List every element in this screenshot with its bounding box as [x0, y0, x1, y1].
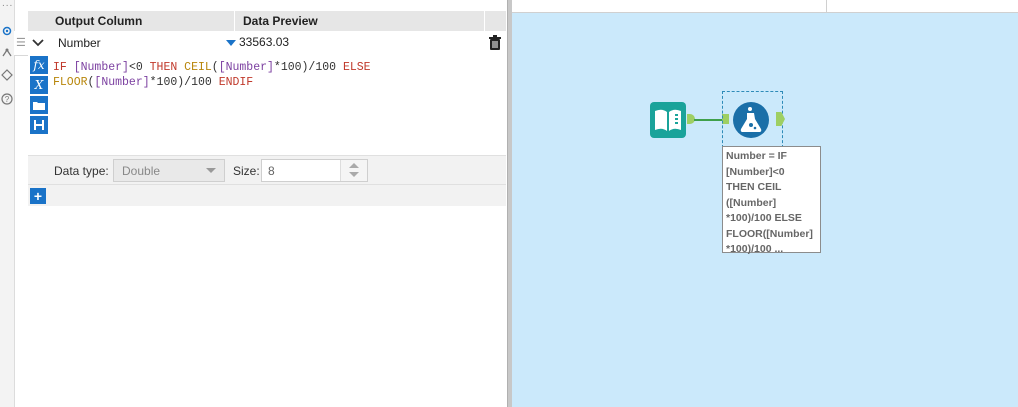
expression-token: [Number]: [73, 61, 129, 74]
size-label: Size:: [233, 164, 260, 178]
strip-more-dots[interactable]: ...: [2, 0, 13, 9]
data-type-label: Data type:: [54, 164, 109, 178]
formula-tool[interactable]: [732, 101, 770, 139]
expression-token: FLOOR: [53, 76, 88, 89]
expression-token: [Number]: [94, 76, 150, 89]
open-folder-icon[interactable]: [30, 96, 48, 114]
expression-token: IF: [53, 61, 74, 74]
data-preview-value: 33563.03: [239, 35, 290, 49]
dropdown-arrow-icon[interactable]: [226, 40, 236, 46]
expression-token: *: [273, 61, 281, 74]
header-separator: [484, 11, 485, 31]
data-type-value: Double: [122, 164, 161, 178]
spin-down-icon[interactable]: [349, 172, 359, 177]
output-column-header: Output Column: [55, 14, 143, 28]
expression-token: THEN: [149, 61, 185, 74]
expression-token: <0: [128, 61, 150, 74]
header-separator: [234, 11, 235, 31]
data-type-select[interactable]: Double: [113, 159, 225, 182]
output-anchor[interactable]: [776, 112, 785, 126]
expression-token: 100: [280, 61, 302, 74]
svg-text:?: ?: [4, 95, 9, 104]
trash-icon[interactable]: [488, 35, 502, 51]
size-value: 8: [268, 164, 275, 178]
field-settings-row: Data type: Double Size: 8: [28, 155, 506, 185]
output-column-select[interactable]: Number: [50, 33, 242, 53]
variable-icon[interactable]: X: [30, 76, 48, 94]
expression-line-1: IF [Number]<0 THEN CEIL([Number]*100)/10…: [53, 60, 371, 75]
config-side-strip: ... ?: [0, 0, 15, 407]
chevron-down-icon[interactable]: [29, 34, 47, 52]
expression-token: (: [211, 61, 219, 74]
expression-text[interactable]: IF [Number]<0 THEN CEIL([Number]*100)/10…: [53, 60, 371, 90]
expression-token: ENDIF: [218, 76, 254, 89]
expression-token: CEIL: [184, 61, 212, 74]
dependency-icon[interactable]: [0, 46, 13, 59]
help-icon[interactable]: ?: [0, 92, 13, 105]
expression-token: *: [149, 76, 157, 89]
spin-up-icon[interactable]: [349, 163, 359, 168]
expression-line-2: FLOOR([Number]*100)/100 ENDIF: [53, 75, 371, 90]
tool-annotation: Number = IF [Number]<0 THEN CEIL ([Numbe…: [722, 146, 821, 255]
formula-config-pane: ... ? Output Column Data Preview ☰ Numbe…: [0, 0, 507, 407]
gear-icon[interactable]: [0, 24, 13, 37]
expression-token: ELSE: [342, 61, 371, 74]
canvas-top-separator: [826, 0, 827, 12]
input-data-tool[interactable]: [650, 102, 686, 138]
dropdown-arrow-icon[interactable]: [206, 168, 216, 173]
add-field-button[interactable]: +: [30, 188, 46, 204]
output-column-value: Number: [58, 36, 101, 50]
data-preview-header: Data Preview: [243, 14, 318, 28]
canvas-top-bar: [512, 0, 1018, 13]
expression-token: 100: [156, 76, 178, 89]
flask-icon: [733, 102, 769, 138]
workflow-canvas[interactable]: Number = IF [Number]<0 THEN CEIL ([Numbe…: [512, 0, 1018, 407]
add-field-row: +: [28, 184, 506, 206]
expression-tools: fx X: [30, 56, 48, 136]
function-icon[interactable]: fx: [30, 56, 48, 74]
expression-token: [Number]: [218, 61, 274, 74]
tag-icon[interactable]: [0, 68, 13, 81]
size-stepper[interactable]: 8: [261, 159, 368, 182]
connection-line[interactable]: [694, 119, 724, 121]
expression-token: )/100: [301, 61, 343, 74]
formula-field-row[interactable]: ☰ Number 33563.03: [14, 31, 506, 56]
book-icon: [650, 102, 686, 138]
grid-header: Output Column Data Preview: [28, 11, 506, 32]
expression-token: )/100: [177, 76, 219, 89]
spinner-buttons[interactable]: [340, 160, 367, 181]
save-icon[interactable]: [30, 116, 48, 134]
row-grip-icon[interactable]: ☰: [16, 31, 28, 55]
